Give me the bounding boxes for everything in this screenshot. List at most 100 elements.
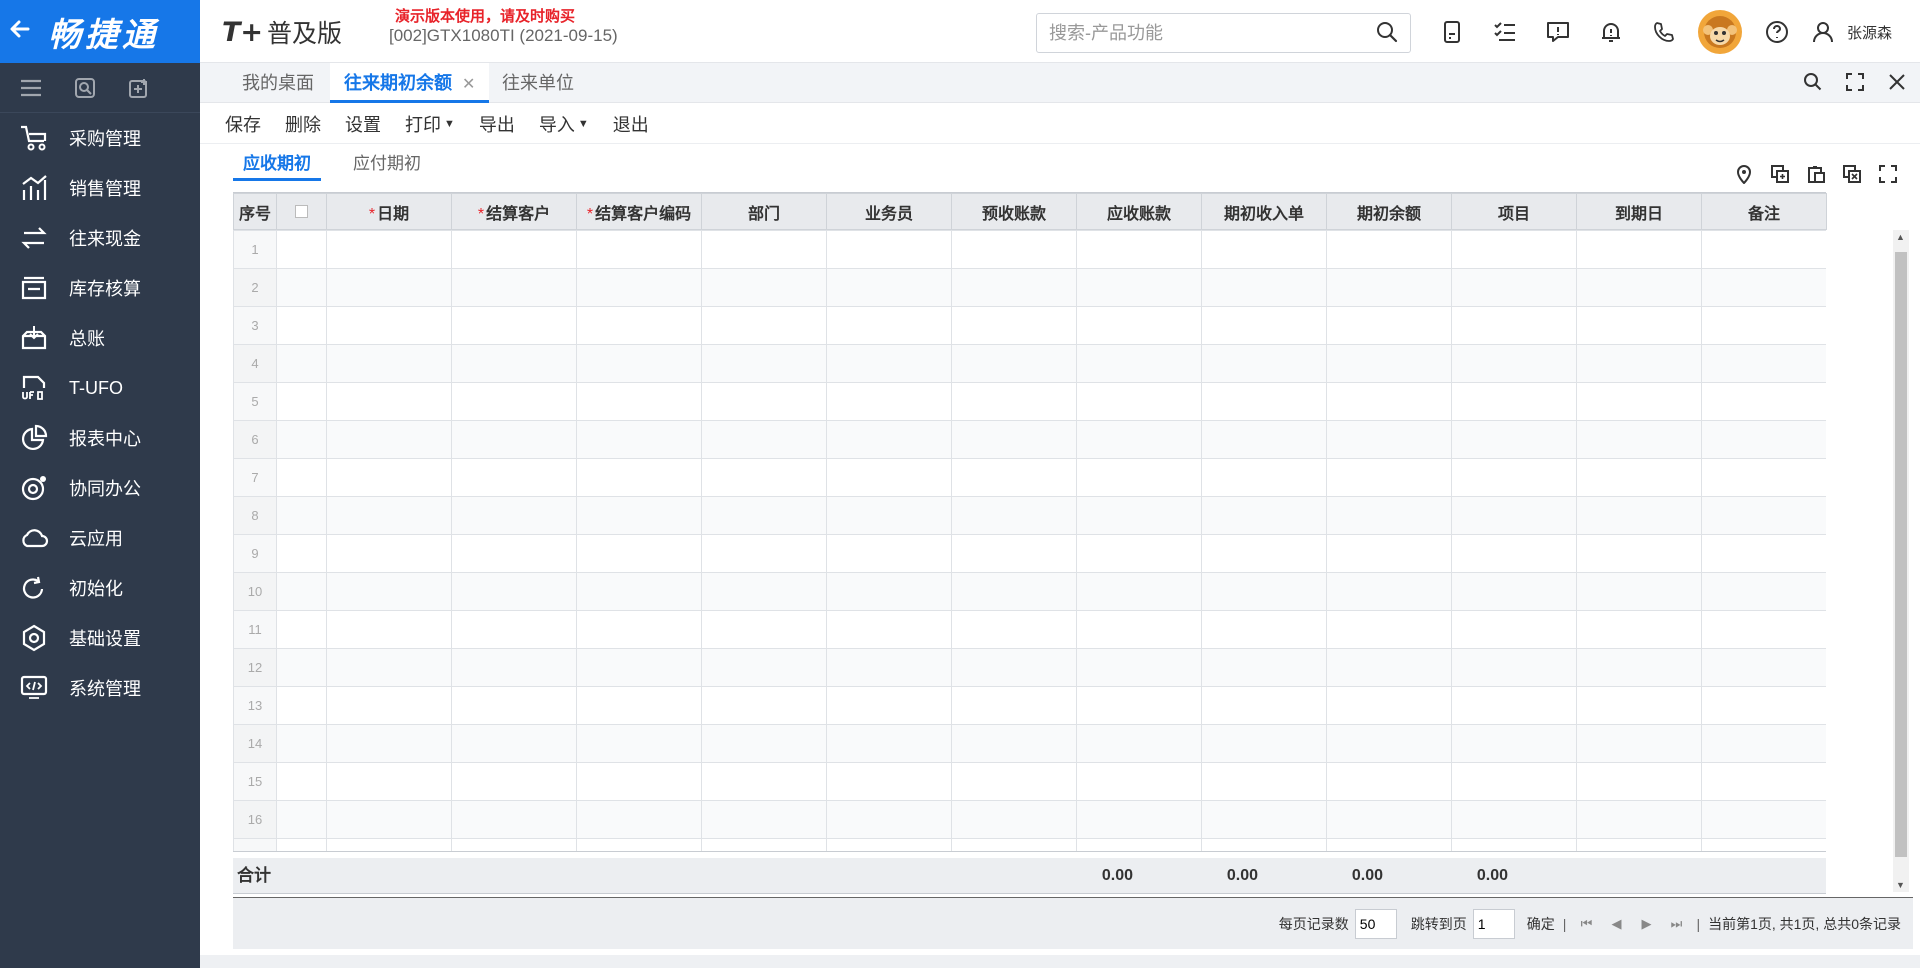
table-cell[interactable] [826,572,952,611]
tab-ar-ap-opening-balance[interactable]: 往来期初余额 ✕ [330,63,490,103]
table-cell[interactable] [1326,344,1452,383]
table-cell[interactable] [1451,800,1577,839]
table-cell[interactable] [326,686,452,725]
table-cell[interactable] [576,800,702,839]
table-cell[interactable] [701,648,827,687]
row-select-cell[interactable] [276,724,327,763]
col-receivable[interactable]: 应收账款 [1076,193,1202,230]
table-cell[interactable] [1326,496,1452,535]
notification-bell-icon[interactable] [1584,12,1637,52]
table-cell[interactable] [1326,686,1452,725]
scroll-up-icon[interactable]: ▲ [1896,232,1905,242]
table-cell[interactable] [451,268,577,307]
table-cell[interactable] [701,724,827,763]
page-search-icon[interactable] [1800,69,1826,95]
row-select-cell[interactable] [276,534,327,573]
demo-notice[interactable]: 演示版本使用，请及时购买 [395,5,575,26]
table-cell[interactable] [1076,458,1202,497]
table-row[interactable]: 3 [233,306,1826,345]
table-cell[interactable] [576,534,702,573]
table-cell[interactable] [1201,648,1327,687]
save-button[interactable]: 保存 [225,111,261,137]
tab-my-desktop[interactable]: 我的桌面 [242,63,314,103]
table-cell[interactable] [826,724,952,763]
table-cell[interactable] [826,648,952,687]
table-cell[interactable] [951,762,1077,801]
sidebar-item-inventory[interactable]: 库存核算 [0,263,200,313]
table-cell[interactable] [1576,268,1702,307]
table-cell[interactable] [826,306,952,345]
table-cell[interactable] [1701,800,1826,839]
table-cell[interactable] [701,420,827,459]
table-cell[interactable] [1451,534,1577,573]
table-cell[interactable] [326,458,452,497]
table-cell[interactable] [576,762,702,801]
table-cell[interactable] [951,572,1077,611]
table-cell[interactable] [576,572,702,611]
table-row[interactable]: 14 [233,724,1826,763]
table-cell[interactable] [451,420,577,459]
table-cell[interactable] [826,496,952,535]
table-cell[interactable] [1701,762,1826,801]
table-cell[interactable] [1076,382,1202,421]
table-cell[interactable] [576,686,702,725]
table-cell[interactable] [451,686,577,725]
table-cell[interactable] [576,648,702,687]
table-cell[interactable] [1201,686,1327,725]
table-cell[interactable] [1326,306,1452,345]
table-cell[interactable] [1076,838,1202,851]
table-cell[interactable] [701,800,827,839]
table-cell[interactable] [576,230,702,269]
jump-page-input[interactable] [1472,908,1515,939]
search-icon[interactable] [1376,21,1398,46]
row-select-cell[interactable] [276,458,327,497]
table-cell[interactable] [701,458,827,497]
table-cell[interactable] [1701,344,1826,383]
table-cell[interactable] [326,306,452,345]
table-cell[interactable] [1326,230,1452,269]
scroll-down-icon[interactable]: ▼ [1896,880,1905,890]
sidebar-item-sales[interactable]: 销售管理 [0,163,200,213]
table-cell[interactable] [576,838,702,851]
table-row[interactable]: 16 [233,800,1826,839]
confirm-button[interactable]: 确定 [1527,914,1555,934]
table-cell[interactable] [1701,610,1826,649]
table-cell[interactable] [1451,382,1577,421]
table-cell[interactable] [951,610,1077,649]
table-cell[interactable] [1701,306,1826,345]
phone-icon[interactable] [1637,12,1690,52]
table-cell[interactable] [326,420,452,459]
sidebar-item-cloud[interactable]: 云应用 [0,513,200,563]
print-button[interactable]: 打印 ▼ [405,111,455,137]
table-cell[interactable] [1326,648,1452,687]
table-row[interactable]: 2 [233,268,1826,307]
table-cell[interactable] [1326,838,1452,851]
table-cell[interactable] [1701,838,1826,851]
table-cell[interactable] [826,762,952,801]
table-cell[interactable] [1451,572,1577,611]
table-cell[interactable] [1201,534,1327,573]
table-cell[interactable] [326,762,452,801]
table-cell[interactable] [326,648,452,687]
table-cell[interactable] [951,686,1077,725]
settings-button[interactable]: 设置 [345,111,381,137]
table-cell[interactable] [1326,800,1452,839]
row-select-cell[interactable] [276,572,327,611]
table-cell[interactable] [826,344,952,383]
task-list-icon[interactable] [1478,12,1531,52]
table-cell[interactable] [826,382,952,421]
row-select-cell[interactable] [276,686,327,725]
table-cell[interactable] [1701,458,1826,497]
table-cell[interactable] [1701,724,1826,763]
table-row[interactable]: 15 [233,762,1826,801]
tab-payable-opening[interactable]: 应付期初 [343,151,431,181]
table-cell[interactable] [701,230,827,269]
sidebar-item-reports[interactable]: 报表中心 [0,413,200,463]
table-cell[interactable] [1201,420,1327,459]
table-cell[interactable] [1451,306,1577,345]
table-cell[interactable] [701,306,827,345]
table-cell[interactable] [1576,762,1702,801]
table-cell[interactable] [951,230,1077,269]
table-cell[interactable] [1451,648,1577,687]
row-select-cell[interactable] [276,344,327,383]
